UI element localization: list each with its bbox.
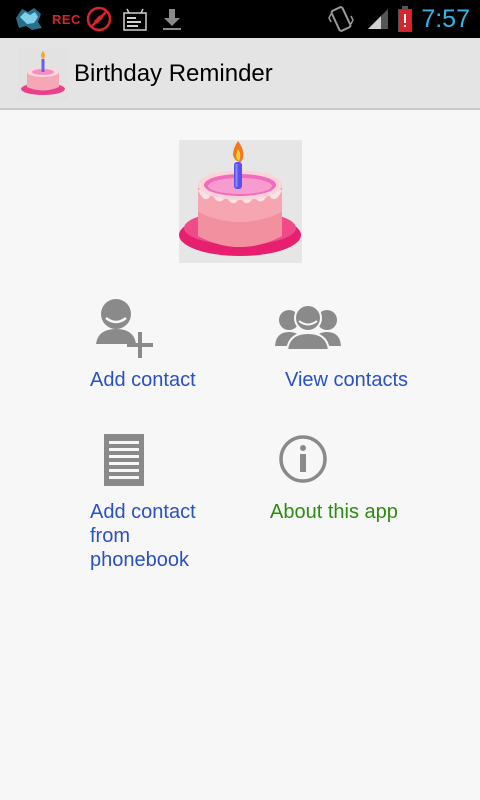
document-list-icon bbox=[104, 434, 144, 491]
status-bar: REC 7:57 bbox=[0, 0, 480, 38]
about-app-tile[interactable]: About this app bbox=[270, 432, 440, 532]
group-icon bbox=[275, 304, 341, 357]
android-debug-icon bbox=[122, 0, 148, 38]
signal-strength-icon bbox=[366, 0, 390, 38]
add-contact-label: Add contact bbox=[90, 369, 196, 391]
about-app-label: About this app bbox=[270, 501, 398, 523]
clock: 7:57 bbox=[421, 4, 470, 33]
view-contacts-tile[interactable]: View contacts bbox=[275, 296, 435, 396]
battery-low-icon bbox=[396, 0, 414, 38]
app-title: Birthday Reminder bbox=[74, 60, 273, 87]
vibrate-icon bbox=[328, 0, 354, 38]
rec-indicator: REC bbox=[52, 11, 81, 27]
download-icon bbox=[161, 0, 183, 38]
add-from-phonebook-tile[interactable]: Add contact from phonebook bbox=[90, 432, 240, 577]
add-person-icon bbox=[94, 296, 156, 365]
add-contact-tile[interactable]: Add contact bbox=[90, 296, 240, 396]
view-contacts-label: View contacts bbox=[285, 369, 409, 391]
birthday-cake-icon[interactable] bbox=[18, 49, 68, 99]
birthday-cake-candle-icon bbox=[179, 140, 302, 263]
action-bar: Birthday Reminder bbox=[0, 38, 480, 110]
info-icon bbox=[278, 434, 328, 489]
app-notification-icon bbox=[14, 0, 44, 38]
no-entry-icon bbox=[86, 0, 112, 38]
add-from-phonebook-label: Add contact from phonebook bbox=[90, 501, 196, 571]
